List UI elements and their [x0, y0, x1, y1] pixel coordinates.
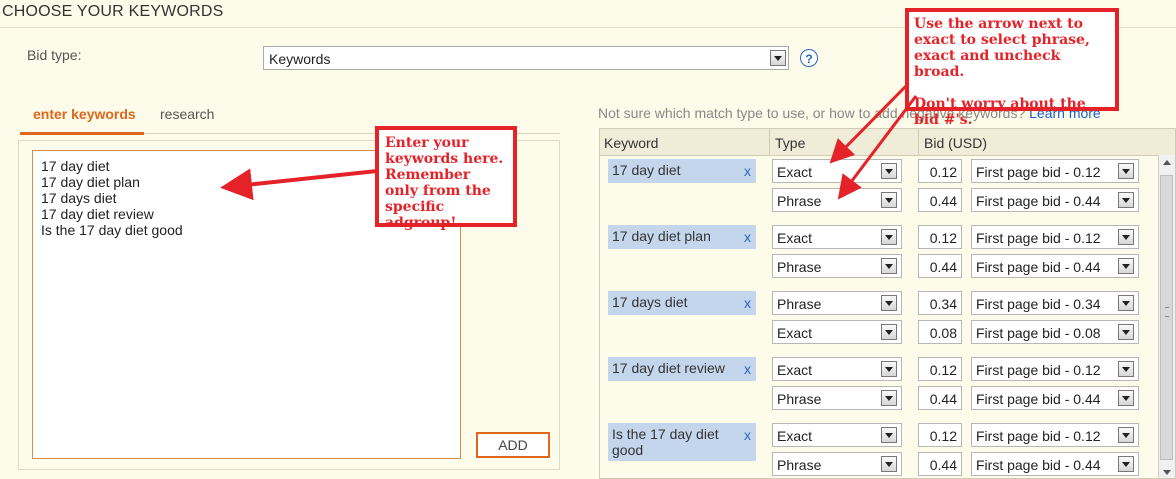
annotation-arrows — [220, 84, 918, 201]
arrow-to-textarea — [220, 168, 378, 201]
